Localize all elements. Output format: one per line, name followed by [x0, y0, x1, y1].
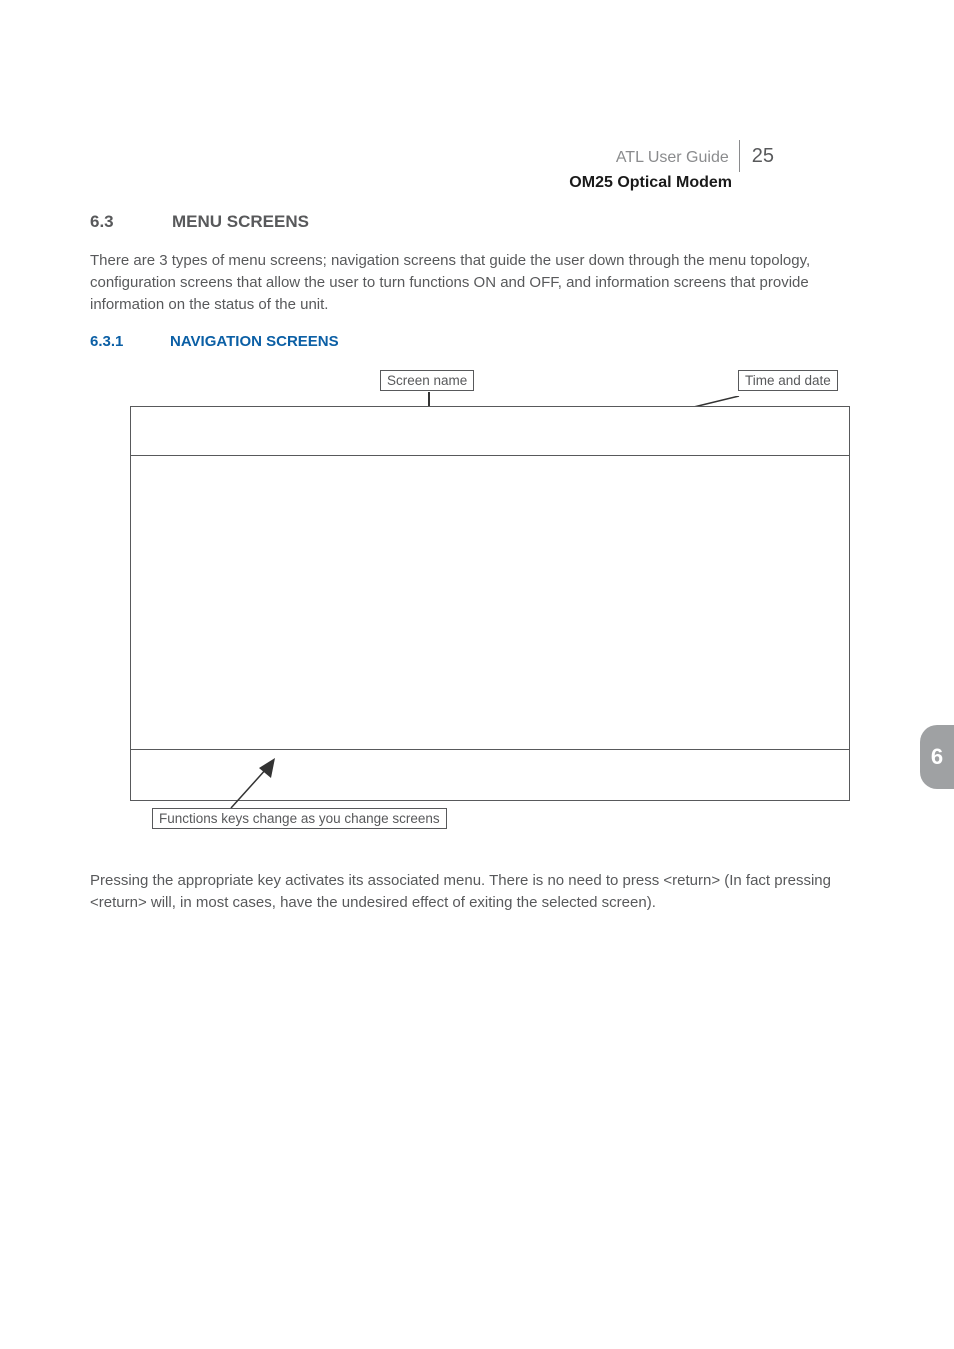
header-top-row: ATL User Guide 25: [0, 140, 774, 172]
chapter-tab: 6: [920, 725, 954, 789]
section-heading: 6.3 MENU SCREENS: [90, 212, 864, 232]
callout-function-keys: Functions keys change as you change scre…: [152, 808, 447, 829]
callout-screen-name: Screen name: [380, 370, 474, 391]
arrow-diagonal-up-icon: [223, 754, 283, 812]
page-header: ATL User Guide 25 OM25 Optical Modem: [0, 140, 774, 192]
screenshot-frame: [130, 406, 850, 801]
subsection-number: 6.3.1: [90, 333, 140, 350]
guide-title: ATL User Guide: [616, 149, 729, 167]
subsection-title: NAVIGATION SCREENS: [170, 333, 339, 350]
section-title: MENU SCREENS: [172, 212, 309, 232]
closing-paragraph: Pressing the appropriate key activates i…: [90, 870, 864, 914]
section-number: 6.3: [90, 212, 132, 232]
navigation-screen-figure: Screen name Time and date F: [120, 370, 850, 830]
section-intro-paragraph: There are 3 types of menu screens; navig…: [90, 250, 864, 315]
callout-time-and-date: Time and date: [738, 370, 838, 391]
subsection-heading: 6.3.1 NAVIGATION SCREENS: [90, 333, 864, 350]
frame-footer-divider: [131, 749, 849, 750]
frame-header-divider: [131, 455, 849, 456]
page-number: 25: [739, 140, 774, 172]
product-name: OM25 Optical Modem: [0, 174, 774, 192]
page: ATL User Guide 25 OM25 Optical Modem 6.3…: [0, 0, 954, 1349]
section-6-3: 6.3 MENU SCREENS There are 3 types of me…: [90, 212, 864, 914]
